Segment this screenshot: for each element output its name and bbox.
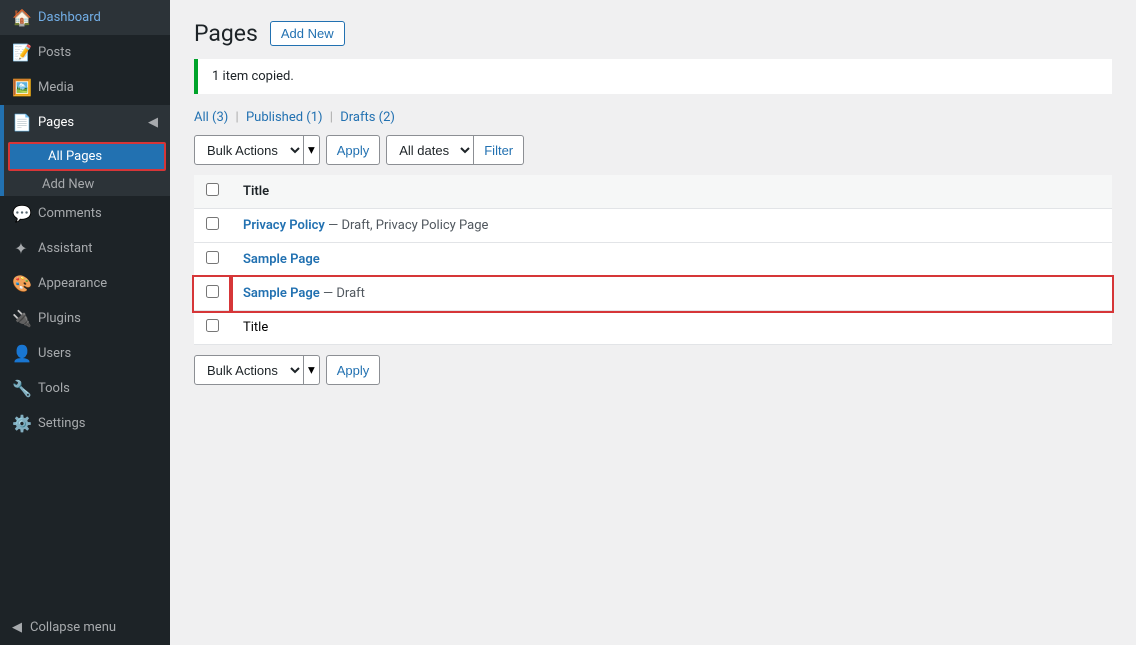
media-icon: 🖼️ (12, 78, 30, 97)
row-title-col: Sample Page (231, 243, 1112, 277)
sidebar-item-users[interactable]: 👤 Users (0, 336, 170, 371)
bulk-actions-chevron[interactable]: ▾ (304, 135, 320, 165)
footer-checkbox[interactable] (206, 319, 219, 332)
sidebar-item-label: Comments (38, 206, 102, 221)
sidebar-item-plugins[interactable]: 🔌 Plugins (0, 301, 170, 336)
users-icon: 👤 (12, 344, 30, 363)
bottom-apply-button[interactable]: Apply (326, 355, 381, 385)
all-pages-label: All Pages (48, 149, 102, 164)
table-row: Privacy Policy — Draft, Privacy Policy P… (194, 209, 1112, 243)
add-new-label: Add New (42, 177, 94, 192)
pages-icon: 📄 (12, 113, 30, 132)
sidebar-item-comments[interactable]: 💬 Comments (0, 196, 170, 231)
row-checkbox[interactable] (206, 251, 219, 264)
sidebar-item-label: Plugins (38, 311, 81, 326)
sidebar-item-label: Assistant (38, 241, 93, 256)
main-content: Pages Add New 1 item copied. All (3) | P… (170, 0, 1136, 645)
page-title-link[interactable]: Sample Page (243, 252, 320, 267)
sep1: | (236, 110, 239, 125)
sep2: | (330, 110, 333, 125)
top-toolbar: Bulk Actions ▾ Apply All dates Filter (194, 135, 1112, 165)
page-meta: — Draft, Privacy Policy Page (328, 218, 488, 233)
footer-title-col: Title (231, 311, 1112, 345)
table-row: Sample Page (194, 243, 1112, 277)
sidebar-item-assistant[interactable]: ✦ Assistant (0, 231, 170, 266)
sidebar-item-posts[interactable]: 📝 Posts (0, 35, 170, 70)
sidebar-sub-all-pages[interactable]: All Pages (8, 142, 166, 171)
page-title: Pages (194, 20, 258, 47)
collapse-menu-button[interactable]: ◀ Collapse menu (0, 610, 170, 645)
sidebar-item-tools[interactable]: 🔧 Tools (0, 371, 170, 406)
row-title-col: Privacy Policy — Draft, Privacy Policy P… (231, 209, 1112, 243)
pages-arrow-icon: ◀ (148, 115, 158, 130)
row-checkbox[interactable] (206, 217, 219, 230)
bottom-bulk-actions-wrapper: Bulk Actions ▾ (194, 355, 320, 385)
settings-icon: ⚙️ (12, 414, 30, 433)
row-checkbox-col (194, 209, 231, 243)
sidebar-item-media[interactable]: 🖼️ Media (0, 70, 170, 105)
table-footer-row: Title (194, 311, 1112, 345)
pages-table: Title Privacy Policy — Draft, Privacy Po… (194, 175, 1112, 345)
sidebar-item-label: Media (38, 80, 74, 95)
dates-select[interactable]: All dates (386, 135, 474, 165)
sidebar-item-label: Settings (38, 416, 85, 431)
bulk-actions-select[interactable]: Bulk Actions (194, 135, 304, 165)
add-new-button[interactable]: Add New (270, 21, 345, 46)
filter-links: All (3) | Published (1) | Drafts (2) (194, 110, 1112, 125)
sidebar-item-label: Posts (38, 45, 71, 60)
sidebar-item-pages[interactable]: 📄 Pages ◀ (4, 105, 170, 140)
comments-icon: 💬 (12, 204, 30, 223)
filter-published[interactable]: Published (1) (246, 110, 323, 125)
posts-icon: 📝 (12, 43, 30, 62)
filter-button[interactable]: Filter (474, 135, 524, 165)
sidebar-item-settings[interactable]: ⚙️ Settings (0, 406, 170, 441)
tools-icon: 🔧 (12, 379, 30, 398)
sidebar: 🏠 Dashboard 📝 Posts 🖼️ Media 📄 Pages ◀ A… (0, 0, 170, 645)
footer-checkbox-col (194, 311, 231, 345)
collapse-label: Collapse menu (30, 620, 116, 635)
page-title-link[interactable]: Privacy Policy (243, 218, 325, 233)
appearance-icon: 🎨 (12, 274, 30, 293)
bottom-bulk-actions-select[interactable]: Bulk Actions (194, 355, 304, 385)
header-checkbox-col (194, 175, 231, 209)
sidebar-sub-add-new[interactable]: Add New (4, 173, 170, 196)
plugins-icon: 🔌 (12, 309, 30, 328)
page-header: Pages Add New (194, 20, 1112, 47)
sidebar-item-dashboard[interactable]: 🏠 Dashboard (0, 0, 170, 35)
filter-drafts[interactable]: Drafts (2) (340, 110, 395, 125)
sidebar-item-appearance[interactable]: 🎨 Appearance (0, 266, 170, 301)
dates-filter-wrapper: All dates Filter (386, 135, 524, 165)
collapse-icon: ◀ (12, 620, 22, 635)
table-header-row: Title (194, 175, 1112, 209)
sidebar-item-label: Pages (38, 115, 74, 130)
title-header: Title (231, 175, 1112, 209)
page-title-link[interactable]: Sample Page (243, 286, 320, 301)
sidebar-item-label: Dashboard (38, 10, 101, 25)
footer-title-label: Title (243, 320, 268, 335)
sidebar-item-label: Users (38, 346, 71, 361)
row-checkbox[interactable] (206, 285, 219, 298)
sidebar-item-label: Tools (38, 381, 70, 396)
bottom-toolbar: Bulk Actions ▾ Apply (194, 355, 1112, 385)
bottom-bulk-chevron[interactable]: ▾ (304, 355, 320, 385)
row-checkbox-col (194, 277, 231, 311)
filter-all[interactable]: All (3) (194, 110, 228, 125)
title-header-label: Title (243, 184, 269, 199)
top-apply-button[interactable]: Apply (326, 135, 381, 165)
select-all-checkbox[interactable] (206, 183, 219, 196)
table-row-highlighted: Sample Page — Draft (194, 277, 1112, 311)
notice-text: 1 item copied. (212, 69, 294, 84)
dashboard-icon: 🏠 (12, 8, 30, 27)
row-checkbox-col (194, 243, 231, 277)
assistant-icon: ✦ (12, 239, 30, 258)
bulk-actions-select-wrapper: Bulk Actions ▾ (194, 135, 320, 165)
notice-bar: 1 item copied. (194, 59, 1112, 94)
page-meta: — Draft (323, 286, 365, 301)
sidebar-item-label: Appearance (38, 276, 107, 291)
row-title-col: Sample Page — Draft (231, 277, 1112, 311)
